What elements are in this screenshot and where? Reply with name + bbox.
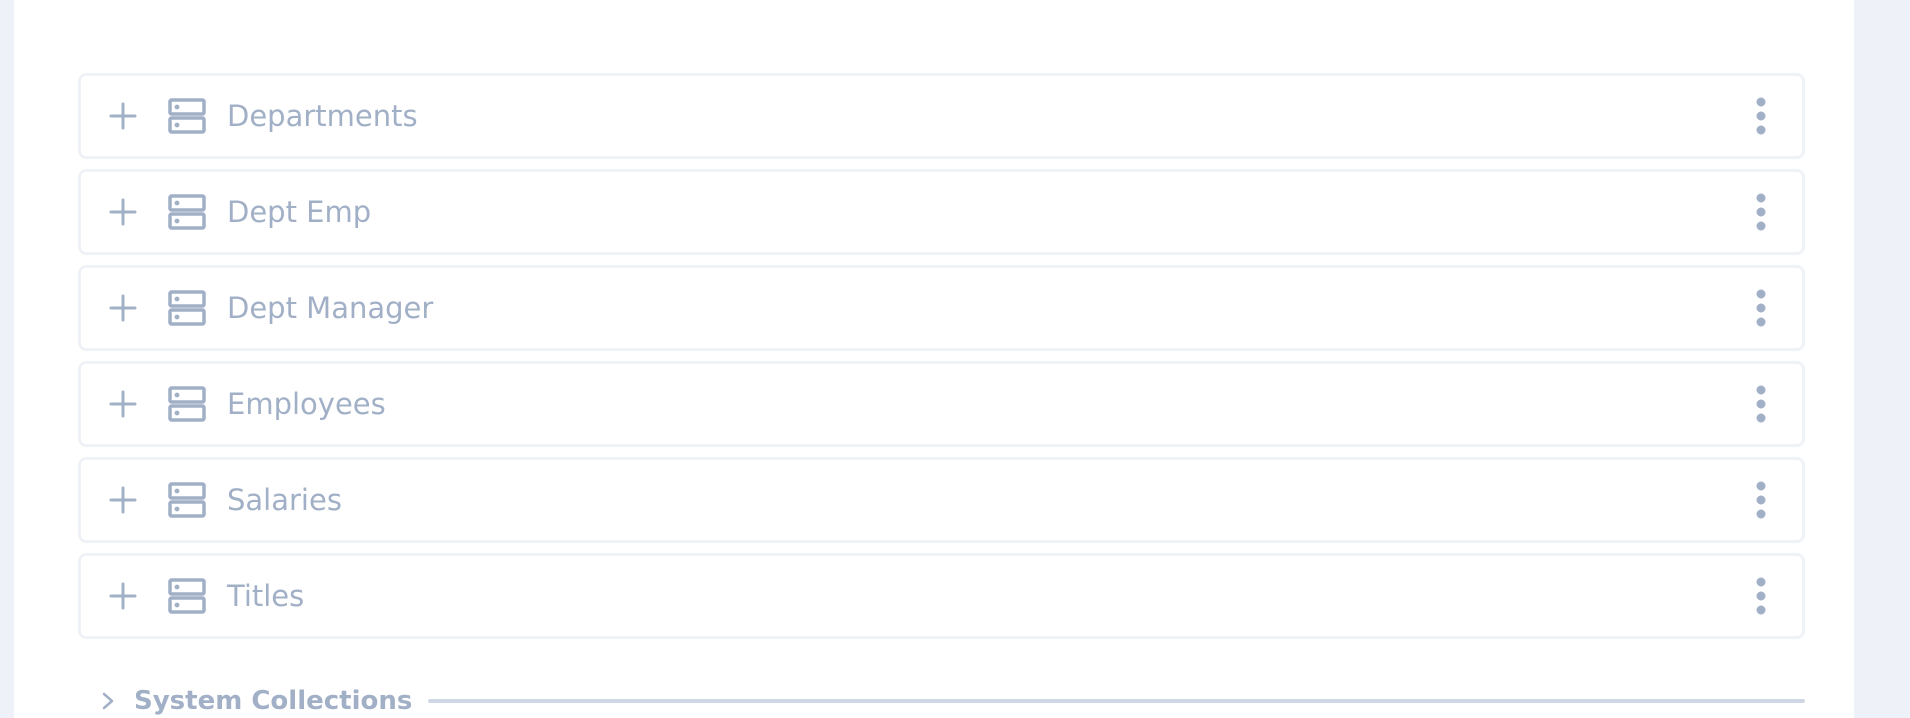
collection-label: Dept Emp: [227, 195, 372, 229]
more-vertical-icon[interactable]: [1755, 384, 1767, 424]
database-icon: [168, 578, 206, 614]
chevron-right-icon: [102, 692, 114, 710]
collection-label: Salaries: [227, 483, 342, 517]
collection-label: Titles: [227, 579, 305, 613]
collection-label: Departments: [227, 99, 418, 133]
collection-row-dept-emp[interactable]: Dept Emp: [78, 169, 1805, 255]
database-icon: [168, 386, 206, 422]
system-collections-label: System Collections: [134, 686, 413, 716]
collection-label: Dept Manager: [227, 291, 434, 325]
database-icon: [168, 290, 206, 326]
database-icon: [168, 482, 206, 518]
more-vertical-icon[interactable]: [1755, 96, 1767, 136]
system-collections-toggle[interactable]: System Collections: [98, 686, 1805, 716]
collection-row-dept-manager[interactable]: Dept Manager: [78, 265, 1805, 351]
collection-list: Departments Dept Emp Dept Manager Employ…: [78, 73, 1805, 649]
database-icon: [168, 194, 206, 230]
plus-icon[interactable]: [107, 580, 139, 612]
more-vertical-icon[interactable]: [1755, 576, 1767, 616]
plus-icon[interactable]: [107, 388, 139, 420]
collection-row-titles[interactable]: Titles: [78, 553, 1805, 639]
more-vertical-icon[interactable]: [1755, 480, 1767, 520]
database-icon: [168, 98, 206, 134]
collection-label: Employees: [227, 387, 386, 421]
collection-row-departments[interactable]: Departments: [78, 73, 1805, 159]
plus-icon[interactable]: [107, 292, 139, 324]
collection-row-employees[interactable]: Employees: [78, 361, 1805, 447]
divider-line: [428, 699, 1805, 703]
collection-row-salaries[interactable]: Salaries: [78, 457, 1805, 543]
more-vertical-icon[interactable]: [1755, 288, 1767, 328]
more-vertical-icon[interactable]: [1755, 192, 1767, 232]
plus-icon[interactable]: [107, 100, 139, 132]
main-panel: Departments Dept Emp Dept Manager Employ…: [14, 0, 1854, 718]
plus-icon[interactable]: [107, 196, 139, 228]
plus-icon[interactable]: [107, 484, 139, 516]
